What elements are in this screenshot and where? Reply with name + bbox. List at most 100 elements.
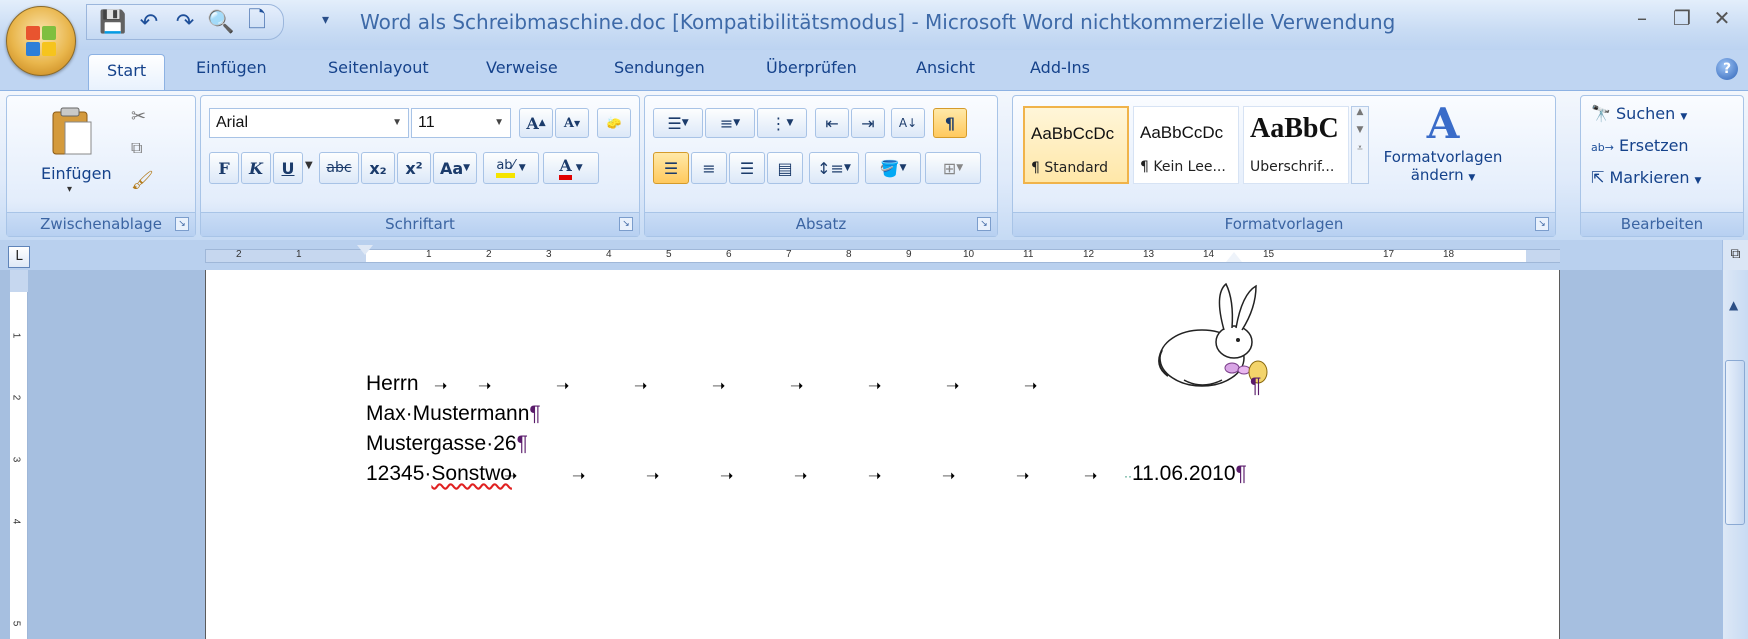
italic-button[interactable]: K [241, 152, 271, 184]
group-label-clipboard: Zwischenablage [7, 212, 195, 236]
tab-add-ins[interactable]: Add-Ins [1030, 58, 1090, 77]
ruler-tick: 13 [1143, 249, 1155, 260]
style-preview: AaBbCcDc [1031, 124, 1115, 143]
postal-code-text: 12345· [366, 462, 432, 485]
ribbon: Einfügen ▾ ✂ ⧉ 🖌 Zwischenablage ↘ Arial … [0, 90, 1748, 240]
select-label: Markieren [1609, 168, 1690, 187]
multilevel-list-button[interactable]: ⋮ ▼ [757, 108, 807, 138]
change-styles-icon: A [1426, 99, 1460, 148]
chevron-down-icon: ▼ [494, 117, 504, 128]
font-size-combo[interactable]: 11 ▼ [411, 108, 511, 138]
format-painter-icon[interactable]: 🖌 [131, 170, 154, 191]
help-icon[interactable]: ? [1716, 58, 1738, 80]
tab-mark-icon: ➝ [478, 376, 492, 395]
horizontal-ruler[interactable]: 2 1 1 2 3 4 5 6 7 8 9 10 11 12 13 14 15 … [205, 249, 1560, 263]
save-icon[interactable]: 💾 [97, 8, 129, 36]
font-name-combo[interactable]: Arial ▼ [209, 108, 409, 138]
numbering-button[interactable]: ≡ ▼ [705, 108, 755, 138]
align-left-button[interactable]: ☰ [653, 152, 689, 184]
font-name-value: Arial [216, 114, 249, 131]
justify-button[interactable]: ▤ [767, 152, 803, 184]
bold-button[interactable]: F [209, 152, 239, 184]
clear-formatting-button[interactable]: 🧽 [597, 108, 631, 138]
paste-dropdown-icon: ▾ [67, 184, 73, 195]
line-spacing-button[interactable]: ↕≡ ▼ [809, 152, 859, 184]
styles-launcher-icon[interactable]: ↘ [1535, 217, 1549, 231]
city-text: Sonstwo [431, 462, 512, 485]
paste-button[interactable]: Einfügen ▾ [37, 104, 112, 204]
borders-button[interactable]: ⊞ ▼ [925, 152, 981, 184]
sort-button[interactable]: A↓ [891, 108, 925, 138]
scroll-up-icon[interactable]: ▲ [1352, 107, 1368, 117]
change-case-button[interactable]: Aa ▼ [433, 152, 477, 184]
ribbon-tabs: Start Einfügen Seitenlayout Verweise Sen… [0, 50, 1748, 94]
first-line-indent-marker[interactable] [357, 245, 373, 255]
underline-dropdown-icon[interactable]: ▼ [305, 160, 313, 171]
paragraph-launcher-icon[interactable]: ↘ [977, 217, 991, 231]
grow-font-button[interactable]: A ▲ [519, 108, 553, 138]
tab-mark-icon: ➝ [1084, 466, 1098, 485]
tab-seitenlayout[interactable]: Seitenlayout [328, 58, 429, 77]
scroll-thumb[interactable] [1725, 360, 1745, 525]
print-preview-icon[interactable]: 🔍 [205, 8, 237, 36]
copy-icon[interactable]: ⧉ [131, 138, 142, 158]
align-center-button[interactable]: ≡ [691, 152, 727, 184]
style-standard[interactable]: AaBbCcDc ¶ Standard [1023, 106, 1129, 184]
subscript-button[interactable]: x₂ [361, 152, 395, 184]
scroll-down-icon[interactable]: ▼ [1352, 125, 1368, 135]
restore-icon[interactable]: ❐ [1664, 6, 1700, 30]
qat-customize-icon[interactable]: ▾ [322, 12, 329, 28]
decrease-indent-button[interactable]: ⇤ [815, 108, 849, 138]
superscript-button[interactable]: x² [397, 152, 431, 184]
ruler-tick: 14 [1203, 249, 1215, 260]
tab-einfuegen[interactable]: Einfügen [196, 58, 267, 77]
ruler-toggle-icon[interactable]: ⧉ [1722, 240, 1748, 270]
close-icon[interactable]: ✕ [1704, 6, 1740, 30]
style-ueberschrift[interactable]: AaBbC Überschrif... [1243, 106, 1349, 184]
tab-sendungen[interactable]: Sendungen [614, 58, 705, 77]
change-styles-button[interactable]: A Formatvorlagen ändern ▼ [1383, 100, 1503, 200]
document-area: 1 2 3 4 5 Herrn ➝ ➝ ➝ ➝ ➝ ➝ ➝ ➝ ➝ ······… [0, 270, 1748, 639]
cut-icon[interactable]: ✂ [131, 106, 146, 127]
document-page[interactable]: Herrn ➝ ➝ ➝ ➝ ➝ ➝ ➝ ➝ ➝ ·········· ¶ Max… [205, 270, 1560, 639]
strikethrough-button[interactable]: abc [319, 152, 359, 184]
align-right-button[interactable]: ☰ [729, 152, 765, 184]
scroll-up-icon[interactable]: ▲ [1729, 298, 1738, 312]
ruler-tick: 7 [786, 249, 792, 260]
styles-more-icon[interactable]: ⩡ [1352, 143, 1368, 154]
top-margin-area [10, 270, 28, 292]
tab-start[interactable]: Start [88, 54, 166, 94]
undo-icon[interactable]: ↶ [133, 8, 165, 36]
bullets-button[interactable]: ☰ ▼ [653, 108, 703, 138]
shading-button[interactable]: 🪣 ▼ [865, 152, 921, 184]
select-button[interactable]: ⇱ Markieren ▼ [1591, 168, 1701, 187]
shrink-font-button[interactable]: A ▼ [555, 108, 589, 138]
new-document-icon[interactable]: 🗋 [241, 8, 273, 36]
clipboard-launcher-icon[interactable]: ↘ [175, 217, 189, 231]
tab-selector-button[interactable]: L [8, 246, 30, 268]
replace-button[interactable]: ab→ Ersetzen [1591, 136, 1689, 155]
quick-access-toolbar: 💾 ↶ ↷ 🔍 🗋 [86, 4, 284, 40]
minimize-icon[interactable]: – [1624, 6, 1660, 30]
tab-mark-icon: ➝ [790, 376, 804, 395]
ruler-tick: 4 [10, 518, 22, 525]
tab-verweise[interactable]: Verweise [486, 58, 558, 77]
style-name: Überschrif... [1250, 159, 1335, 175]
show-formatting-marks-button[interactable]: ¶ [933, 108, 967, 138]
ruler-tick: 2 [486, 249, 492, 260]
vertical-ruler[interactable]: 1 2 3 4 5 [10, 270, 28, 639]
tab-ueberpruefen[interactable]: Überprüfen [766, 58, 857, 77]
underline-button[interactable]: U [273, 152, 303, 184]
tab-ansicht[interactable]: Ansicht [916, 58, 975, 77]
highlight-button[interactable]: ab⁄ ▼ [483, 152, 539, 184]
style-kein-leerraum[interactable]: AaBbCcDc ¶ Kein Lee... [1133, 106, 1239, 184]
font-launcher-icon[interactable]: ↘ [619, 217, 633, 231]
office-button[interactable] [6, 6, 76, 76]
font-color-button[interactable]: A ▼ [543, 152, 599, 184]
find-button[interactable]: 🔭 Suchen ▼ [1591, 104, 1687, 123]
increase-indent-button[interactable]: ⇥ [851, 108, 885, 138]
right-indent-marker[interactable] [1226, 252, 1242, 262]
redo-icon[interactable]: ↷ [169, 8, 201, 36]
tab-mark-icon: ➝ [868, 466, 882, 485]
vertical-scrollbar[interactable]: ▲ [1722, 270, 1748, 639]
